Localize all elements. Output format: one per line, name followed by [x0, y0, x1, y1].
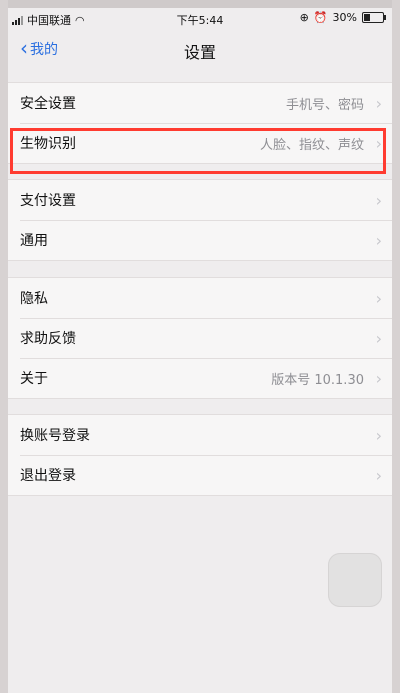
device-frame-left — [0, 0, 8, 693]
settings-group-session: 换账号登录 › 退出登录 › — [8, 414, 392, 496]
row-label: 退出登录 — [20, 468, 76, 484]
chevron-right-icon: › — [375, 190, 382, 210]
settings-group-info: 隐私 › 求助反馈 › 关于 版本号 10.1.30 › — [8, 277, 392, 399]
row-switch-account[interactable]: 换账号登录 › — [8, 415, 392, 455]
row-detail: 手机号、密码 — [285, 97, 364, 113]
row-label: 支付设置 — [20, 193, 76, 209]
alarm-icon: ⏰ — [313, 11, 328, 24]
battery-percent: 30% — [332, 11, 357, 24]
row-label: 换账号登录 — [20, 428, 90, 444]
row-payment-settings[interactable]: 支付设置 › — [8, 180, 392, 220]
row-detail: 人脸、指纹、声纹 — [259, 137, 364, 153]
settings-screen: 中国联通 ◠ 下午5:44 ⊕ ⏰ 30% ‹ 我的 设置 安全设置 手机号、密… — [8, 8, 392, 693]
row-help-feedback[interactable]: 求助反馈 › — [8, 318, 392, 358]
row-label: 关于 — [20, 371, 48, 387]
row-label: 隐私 — [20, 291, 48, 307]
chevron-right-icon: › — [375, 328, 382, 348]
assistive-touch-button[interactable] — [328, 553, 382, 607]
battery-icon — [362, 12, 386, 23]
chevron-right-icon: › — [375, 230, 382, 250]
row-label: 通用 — [20, 233, 48, 249]
lock-rotation-icon: ⊕ — [299, 11, 309, 24]
chevron-right-icon: › — [375, 288, 382, 308]
settings-group-account: 安全设置 手机号、密码 › 生物识别 人脸、指纹、声纹 › — [8, 82, 392, 164]
row-privacy[interactable]: 隐私 › — [8, 278, 392, 318]
row-detail: 版本号 10.1.30 — [271, 372, 364, 388]
chevron-right-icon: › — [375, 425, 382, 445]
navigation-bar: ‹ 我的 设置 — [8, 30, 392, 70]
chevron-right-icon: › — [375, 368, 382, 388]
device-frame-right — [392, 0, 400, 693]
row-logout[interactable]: 退出登录 › — [8, 455, 392, 495]
status-bar: 中国联通 ◠ 下午5:44 ⊕ ⏰ 30% — [8, 8, 392, 30]
row-biometrics[interactable]: 生物识别 人脸、指纹、声纹 › — [8, 123, 392, 163]
row-security-settings[interactable]: 安全设置 手机号、密码 › — [8, 83, 392, 123]
settings-group-general: 支付设置 › 通用 › — [8, 179, 392, 261]
row-label: 生物识别 — [20, 136, 76, 152]
chevron-right-icon: › — [375, 465, 382, 485]
row-general[interactable]: 通用 › — [8, 220, 392, 260]
page-title: 设置 — [183, 43, 216, 62]
chevron-right-icon: › — [375, 93, 382, 113]
row-label: 求助反馈 — [20, 331, 76, 347]
status-right: ⊕ ⏰ 30% — [299, 11, 386, 24]
row-label: 安全设置 — [20, 96, 76, 112]
device-frame-top — [0, 0, 400, 8]
row-about[interactable]: 关于 版本号 10.1.30 › — [8, 358, 392, 398]
chevron-right-icon: › — [375, 133, 382, 153]
